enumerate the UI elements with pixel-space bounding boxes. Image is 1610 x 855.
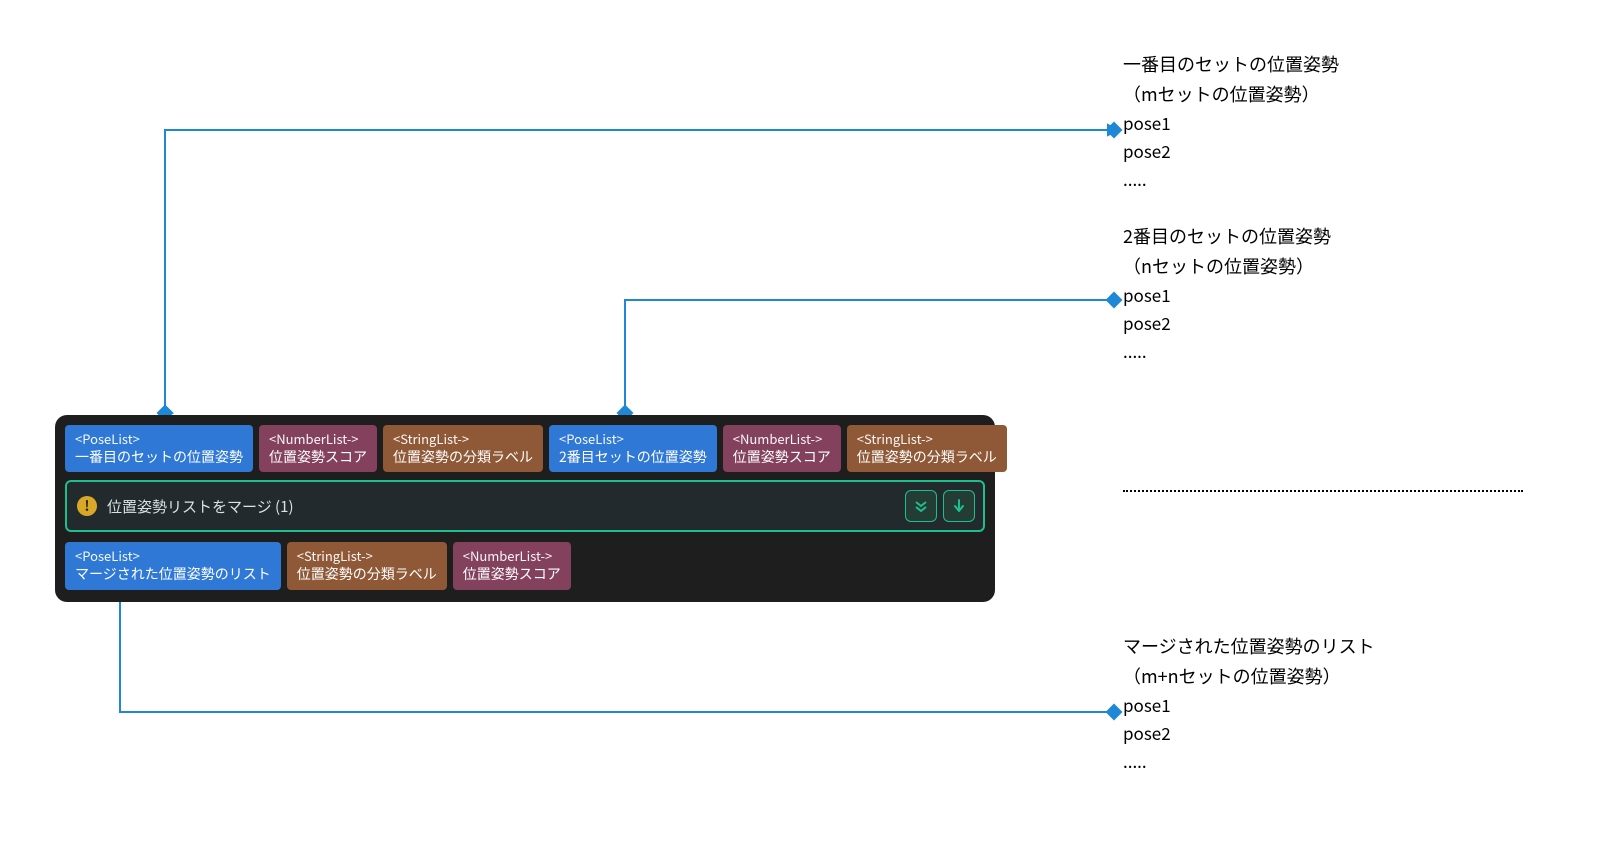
port-label: 一番目のセットの位置姿勢 xyxy=(75,448,243,467)
output-ports-row: <PoseList> マージされた位置姿勢のリスト <StringList-> … xyxy=(65,542,985,589)
arrow-down-icon xyxy=(951,498,967,514)
step-header-left: ! 位置姿勢リストをマージ (1) xyxy=(77,496,294,517)
annotation-set2: 2番目のセットの位置姿勢 （nセットの位置姿勢） pose1 pose2 ...… xyxy=(1123,222,1331,366)
port-label: 位置姿勢の分類ラベル xyxy=(393,448,533,467)
port-label: 2番目セットの位置姿勢 xyxy=(559,448,707,467)
input-port-poselist-2[interactable]: <PoseList> 2番目セットの位置姿勢 xyxy=(549,425,717,472)
annotation-subtitle: （mセットの位置姿勢） xyxy=(1123,80,1339,110)
step-title: 位置姿勢リストをマージ (1) xyxy=(107,496,294,517)
input-ports-row: <PoseList> 一番目のセットの位置姿勢 <NumberList-> 位置… xyxy=(65,425,985,472)
output-port-stringlist[interactable]: <StringList-> 位置姿勢の分類ラベル xyxy=(287,542,447,589)
port-type: <StringList-> xyxy=(857,430,997,448)
annotation-item: pose1 xyxy=(1123,109,1339,137)
port-label: 位置姿勢スコア xyxy=(269,448,367,467)
annotation-title: マージされた位置姿勢のリスト xyxy=(1123,632,1375,662)
port-type: <NumberList-> xyxy=(463,547,561,565)
port-type: <PoseList> xyxy=(75,430,243,448)
annotation-item: pose2 xyxy=(1123,137,1339,165)
port-label: 位置姿勢の分類ラベル xyxy=(297,565,437,584)
annotation-set1: 一番目のセットの位置姿勢 （mセットの位置姿勢） pose1 pose2 ...… xyxy=(1123,50,1339,194)
port-type: <StringList-> xyxy=(393,430,533,448)
input-port-numberlist-2[interactable]: <NumberList-> 位置姿勢スコア xyxy=(723,425,841,472)
annotation-item: pose2 xyxy=(1123,309,1331,337)
port-type: <PoseList> xyxy=(75,547,271,565)
port-type: <PoseList> xyxy=(559,430,707,448)
port-label: 位置姿勢スコア xyxy=(463,565,561,584)
annotation-merged: マージされた位置姿勢のリスト （m+nセットの位置姿勢） pose1 pose2… xyxy=(1123,632,1375,776)
port-label: 位置姿勢の分類ラベル xyxy=(857,448,997,467)
annotation-subtitle: （nセットの位置姿勢） xyxy=(1123,252,1331,282)
port-label: 位置姿勢スコア xyxy=(733,448,831,467)
step-header-bar[interactable]: ! 位置姿勢リストをマージ (1) xyxy=(65,480,985,532)
port-type: <NumberList-> xyxy=(269,430,367,448)
port-type: <NumberList-> xyxy=(733,430,831,448)
double-chevron-down-icon xyxy=(913,498,929,514)
dotted-separator xyxy=(1123,490,1523,492)
port-type: <StringList-> xyxy=(297,547,437,565)
annotation-title: 一番目のセットの位置姿勢 xyxy=(1123,50,1339,80)
annotation-title: 2番目のセットの位置姿勢 xyxy=(1123,222,1331,252)
annotation-item: ..... xyxy=(1123,337,1331,365)
pull-down-button[interactable] xyxy=(943,490,975,522)
step-header-actions xyxy=(905,490,975,522)
warning-icon: ! xyxy=(77,496,97,516)
annotation-item: pose2 xyxy=(1123,719,1375,747)
expand-down-button[interactable] xyxy=(905,490,937,522)
input-port-stringlist-1[interactable]: <StringList-> 位置姿勢の分類ラベル xyxy=(383,425,543,472)
input-port-stringlist-2[interactable]: <StringList-> 位置姿勢の分類ラベル xyxy=(847,425,1007,472)
annotation-subtitle: （m+nセットの位置姿勢） xyxy=(1123,662,1375,692)
port-label: マージされた位置姿勢のリスト xyxy=(75,565,271,584)
output-port-numberlist[interactable]: <NumberList-> 位置姿勢スコア xyxy=(453,542,571,589)
step-panel: <PoseList> 一番目のセットの位置姿勢 <NumberList-> 位置… xyxy=(55,415,995,602)
input-port-poselist-1[interactable]: <PoseList> 一番目のセットの位置姿勢 xyxy=(65,425,253,472)
annotation-item: pose1 xyxy=(1123,281,1331,309)
annotation-item: ..... xyxy=(1123,747,1375,775)
output-port-poselist[interactable]: <PoseList> マージされた位置姿勢のリスト xyxy=(65,542,281,589)
input-port-numberlist-1[interactable]: <NumberList-> 位置姿勢スコア xyxy=(259,425,377,472)
annotation-item: pose1 xyxy=(1123,691,1375,719)
annotation-item: ..... xyxy=(1123,165,1339,193)
